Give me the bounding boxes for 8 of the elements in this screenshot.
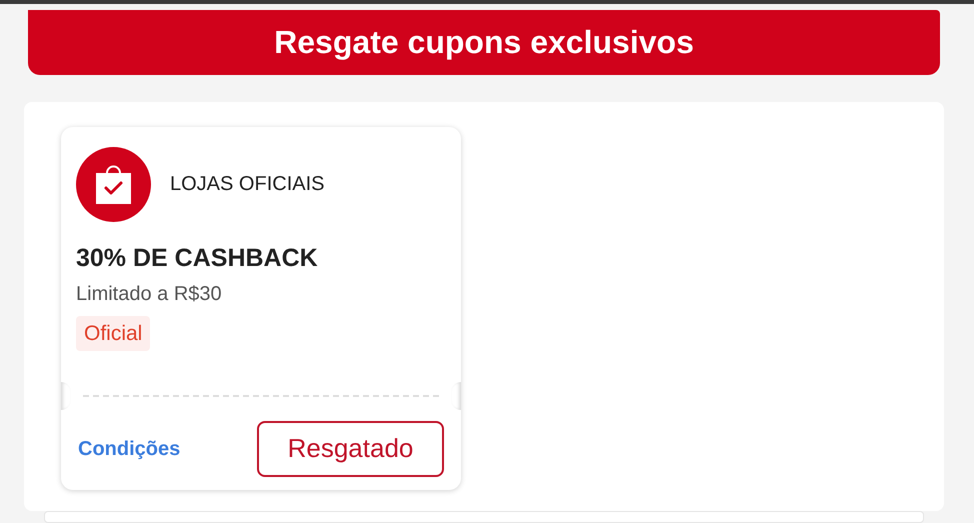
store-name: LOJAS OFICIAIS — [170, 172, 324, 197]
shopping-bag-icon — [76, 146, 151, 222]
banner-title: Resgate cupons exclusivos — [274, 23, 694, 62]
conditions-link[interactable]: Condições — [78, 434, 180, 464]
coupon-title: 30% DE CASHBACK — [76, 242, 319, 274]
coupon-tag: Oficial — [76, 316, 150, 351]
coupon-limit: Limitado a R$30 — [76, 282, 223, 306]
redeemed-button[interactable]: Resgatado — [257, 420, 444, 476]
